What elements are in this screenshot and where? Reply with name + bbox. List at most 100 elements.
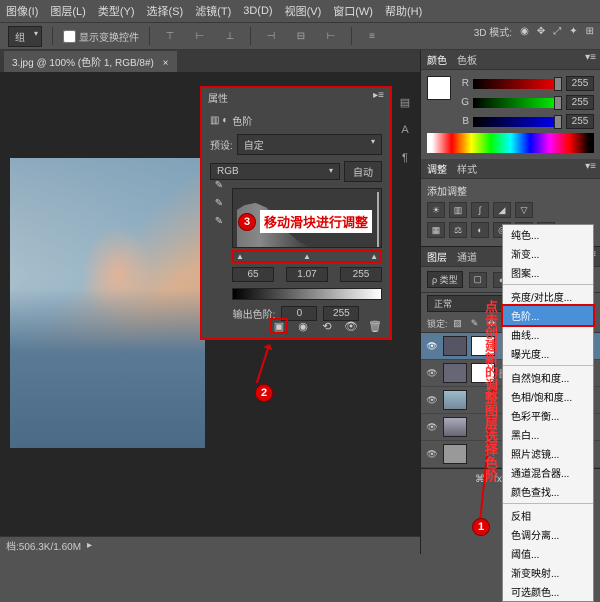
layer-filter-select[interactable]: ρ 类型 — [427, 271, 463, 288]
black-slider[interactable]: ▲ — [236, 252, 244, 261]
gamma-slider[interactable]: ▲ — [303, 252, 311, 261]
close-icon[interactable]: × — [163, 58, 169, 69]
swatches-tab[interactable]: 色板 — [457, 52, 477, 67]
menu-3d[interactable]: 3D(D) — [243, 5, 272, 17]
menu-item[interactable]: 通道混合器... — [503, 463, 593, 482]
show-transform-checkbox[interactable]: 显示变换控件 — [63, 29, 139, 44]
menu-window[interactable]: 窗口(W) — [333, 3, 373, 19]
input-black-field[interactable]: 65 — [232, 267, 274, 282]
visibility-icon[interactable]: 👁 — [425, 368, 439, 379]
g-value[interactable]: 255 — [566, 95, 594, 110]
brightness-icon[interactable]: ☀ — [427, 202, 445, 218]
align-left-icon[interactable]: ⊣ — [261, 26, 281, 46]
delete-adjustment-icon[interactable]: 🗑 — [366, 318, 384, 334]
menu-item[interactable]: 图案... — [503, 263, 593, 282]
align-top-icon[interactable]: ⊤ — [160, 26, 180, 46]
b-slider[interactable] — [473, 117, 562, 127]
white-slider[interactable]: ▲ — [370, 252, 378, 261]
clip-to-layer-icon[interactable]: ▣ — [270, 318, 288, 334]
menu-item[interactable]: 曲线... — [503, 325, 593, 344]
lock-pixels-icon[interactable]: ✎ — [468, 316, 482, 330]
menu-select[interactable]: 选择(S) — [147, 3, 184, 19]
visibility-icon[interactable]: 👁 — [425, 341, 439, 352]
color-spectrum[interactable] — [427, 133, 594, 153]
document-tab[interactable]: 3.jpg @ 100% (色阶 1, RGB/8#) × — [4, 51, 177, 72]
chevron-right-icon[interactable]: ▸ — [87, 540, 92, 551]
channel-select[interactable]: RGB — [210, 163, 340, 180]
image-canvas[interactable] — [10, 158, 205, 448]
show-transform-input[interactable] — [63, 30, 76, 43]
menu-item[interactable]: 反相 — [503, 506, 593, 525]
menu-item[interactable]: 渐变... — [503, 244, 593, 263]
preset-select[interactable]: 自定 — [237, 134, 382, 155]
r-slider[interactable] — [473, 79, 562, 89]
menu-help[interactable]: 帮助(H) — [385, 3, 422, 19]
color-balance-icon[interactable]: ⚖ — [449, 222, 467, 238]
g-slider[interactable] — [473, 98, 562, 108]
menu-item[interactable]: 色彩平衡... — [503, 406, 593, 425]
exposure-icon[interactable]: ◢ — [493, 202, 511, 218]
layer-thumbnail[interactable] — [443, 363, 467, 383]
menu-image[interactable]: 图像(I) — [6, 3, 38, 19]
align-bottom-icon[interactable]: ⊥ — [220, 26, 240, 46]
curves-icon[interactable]: ∫ — [471, 202, 489, 218]
menu-view[interactable]: 视图(V) — [285, 3, 322, 19]
view-previous-icon[interactable]: ◉ — [294, 318, 312, 334]
visibility-icon[interactable]: 👁 — [425, 422, 439, 433]
eyedropper-gray-icon[interactable]: ✎ — [212, 196, 226, 210]
menu-item[interactable]: 照片滤镜... — [503, 444, 593, 463]
fg-bg-swatch[interactable] — [427, 76, 451, 127]
adjustments-tab[interactable]: 调整 — [427, 161, 447, 176]
dolly-icon[interactable]: ⤢ — [553, 26, 561, 37]
hue-sat-icon[interactable]: ▦ — [427, 222, 445, 238]
input-sliders[interactable]: ▲ ▲ ▲ — [232, 250, 382, 263]
visibility-icon[interactable]: 👁 — [425, 395, 439, 406]
paragraph-icon[interactable]: ¶ — [395, 148, 415, 168]
menu-filter[interactable]: 滤镜(T) — [195, 3, 231, 19]
menu-type[interactable]: 类型(Y) — [98, 3, 135, 19]
panel-menu-icon[interactable]: ▾≡ — [585, 161, 596, 172]
b-value[interactable]: 255 — [566, 114, 594, 129]
menu-layer[interactable]: 图层(L) — [50, 3, 85, 19]
vibrance-icon[interactable]: ▽ — [515, 202, 533, 218]
layer-thumbnail[interactable] — [443, 336, 467, 356]
menu-item[interactable]: 纯色... — [503, 225, 593, 244]
menu-item[interactable]: 曝光度... — [503, 344, 593, 363]
character-icon[interactable]: A — [395, 120, 415, 140]
bw-icon[interactable]: ◐ — [471, 222, 489, 238]
align-middle-icon[interactable]: ⊢ — [190, 26, 210, 46]
levels-icon[interactable]: ▥ — [449, 202, 467, 218]
menu-item[interactable]: 色调分离... — [503, 525, 593, 544]
menu-item[interactable]: 颜色查找... — [503, 482, 593, 501]
layers-tab[interactable]: 图层 — [427, 249, 447, 264]
input-white-field[interactable]: 255 — [340, 267, 382, 282]
reset-icon[interactable]: ⟲ — [318, 318, 336, 334]
output-gradient[interactable] — [232, 288, 382, 300]
light-icon[interactable]: ✦ — [569, 26, 577, 37]
menu-item-levels[interactable]: 色阶... — [503, 306, 593, 325]
input-gamma-field[interactable]: 1.07 — [286, 267, 328, 282]
group-select[interactable]: 组 — [8, 26, 42, 47]
layer-thumbnail[interactable] — [443, 444, 467, 464]
properties-tab[interactable]: 属性 — [208, 90, 228, 105]
color-tab[interactable]: 颜色 — [427, 52, 447, 67]
menu-item[interactable]: 色相/饱和度... — [503, 387, 593, 406]
align-right-icon[interactable]: ⊢ — [321, 26, 341, 46]
r-value[interactable]: 255 — [566, 76, 594, 91]
toggle-visibility-icon[interactable]: 👁 — [342, 318, 360, 334]
styles-tab[interactable]: 样式 — [457, 161, 477, 176]
eyedropper-black-icon[interactable]: ✎ — [212, 178, 226, 192]
channels-tab[interactable]: 通道 — [457, 249, 477, 264]
slide-icon[interactable]: ⊞ — [586, 26, 594, 37]
filter-pixel-icon[interactable]: ▢ — [469, 272, 487, 288]
menu-item[interactable]: 可选颜色... — [503, 582, 593, 601]
pan-icon[interactable]: ✥ — [537, 26, 545, 37]
eyedropper-white-icon[interactable]: ✎ — [212, 214, 226, 228]
menu-item[interactable]: 黑白... — [503, 425, 593, 444]
history-icon[interactable]: ▤ — [395, 92, 415, 112]
menu-item[interactable]: 自然饱和度... — [503, 368, 593, 387]
flyout-icon[interactable]: ▸≡ — [373, 90, 384, 105]
visibility-icon[interactable]: 👁 — [425, 449, 439, 460]
menu-item[interactable]: 渐变映射... — [503, 563, 593, 582]
panel-menu-icon[interactable]: ▾≡ — [585, 52, 596, 63]
